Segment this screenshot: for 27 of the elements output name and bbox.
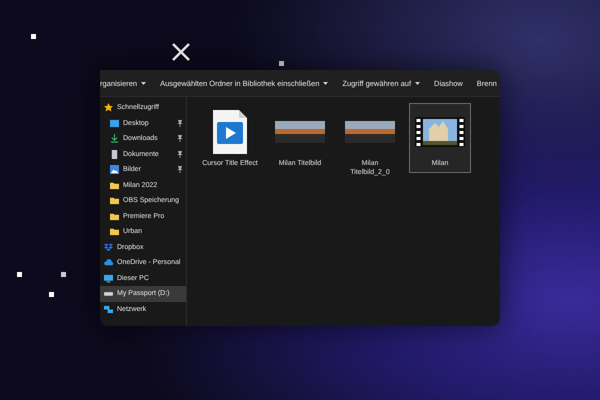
cloud-icon: [104, 258, 113, 268]
film-thumbnail: [415, 117, 465, 147]
download-icon: [110, 134, 119, 144]
pin-icon: [177, 135, 183, 142]
picture-icon: [110, 165, 119, 174]
desktop-icon: [110, 118, 119, 128]
network-icon: [104, 304, 113, 314]
video-file-icon: [213, 110, 247, 154]
caret-icon: [415, 82, 420, 84]
monitor-icon: [104, 274, 113, 283]
caret-icon: [141, 82, 146, 84]
square-mark: [31, 34, 36, 39]
document-icon: [110, 150, 119, 159]
square-mark: [49, 292, 54, 297]
street-photo-thumbnail: [275, 121, 325, 143]
square-mark: [17, 272, 22, 277]
star-icon: [104, 103, 113, 112]
square-mark: [279, 61, 284, 66]
pin-icon: [177, 150, 183, 158]
square-mark: [61, 272, 66, 277]
pin-icon: [177, 120, 183, 127]
drive-icon: [104, 289, 113, 298]
close-icon[interactable]: [171, 42, 191, 62]
street-photo-thumbnail: [345, 121, 395, 143]
caret-icon: [323, 82, 328, 84]
pin-icon: [177, 166, 183, 174]
dropbox-icon: [104, 242, 113, 252]
